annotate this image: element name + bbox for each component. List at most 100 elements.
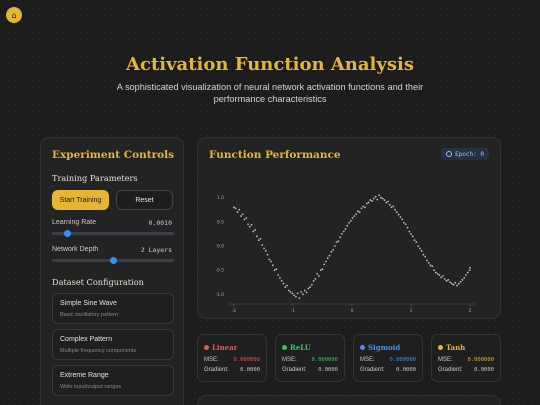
bottom-panel xyxy=(197,395,501,405)
data-point xyxy=(440,276,443,279)
data-point xyxy=(316,273,319,275)
dataset-option-extreme[interactable]: Extreme Range Wide input/output ranges xyxy=(52,365,174,396)
y-tick-label: 0.5 xyxy=(217,219,224,225)
data-point xyxy=(450,282,453,285)
network-depth-slider[interactable] xyxy=(52,257,174,264)
learning-rate-value: 0.0010 xyxy=(148,219,172,227)
learning-rate-slider-thumb[interactable] xyxy=(63,230,71,237)
data-point xyxy=(353,215,356,217)
network-depth-slider-thumb[interactable] xyxy=(109,257,117,264)
mse-value: 0.000000 xyxy=(389,357,417,363)
data-point xyxy=(268,258,271,261)
data-point xyxy=(259,237,262,240)
data-point xyxy=(349,219,352,222)
metric-name: Sigmoid xyxy=(360,343,400,352)
gradient-label: Gradient: xyxy=(438,367,463,373)
data-point xyxy=(419,247,421,250)
data-point xyxy=(433,269,435,272)
home-button[interactable]: ⌂ xyxy=(6,7,22,23)
learning-rate-label: Learning Rate xyxy=(52,219,96,226)
data-point xyxy=(388,204,391,206)
data-point xyxy=(275,268,278,271)
data-point xyxy=(264,249,267,252)
x-tick-label: 0 xyxy=(351,308,354,314)
dataset-name: Extreme Range xyxy=(60,372,109,379)
data-point xyxy=(465,274,467,276)
data-point xyxy=(303,289,306,292)
metric-name-text: Sigmoid xyxy=(368,343,401,352)
data-point xyxy=(427,262,430,264)
data-point xyxy=(348,221,350,224)
data-point xyxy=(279,277,281,279)
data-point xyxy=(442,275,444,277)
metric-name-text: Tanh xyxy=(446,343,466,352)
data-point xyxy=(469,266,471,269)
data-point xyxy=(434,271,437,274)
gradient-label: Gradient: xyxy=(204,367,229,373)
data-point xyxy=(277,274,280,276)
data-point xyxy=(380,196,382,199)
data-point xyxy=(371,200,373,202)
data-point xyxy=(376,198,379,201)
metric-mse-row: MSE: 0.000000 xyxy=(204,357,260,363)
data-point xyxy=(284,286,287,288)
page-subtitle: A sophisticated visualization of neural … xyxy=(116,82,424,104)
learning-rate-slider[interactable] xyxy=(52,230,174,237)
status-dot-icon xyxy=(438,345,443,350)
page-title: Activation Function Analysis xyxy=(126,54,414,75)
metric-name: Linear xyxy=(204,343,237,352)
y-tick-label: 1.0 xyxy=(217,195,224,201)
experiment-controls-panel: Experiment Controls Training Parameters … xyxy=(40,137,184,405)
metric-card-sigmoid: Sigmoid MSE: 0.000000 Gradient: 0.0000 xyxy=(353,334,423,382)
data-point xyxy=(360,207,363,210)
data-point xyxy=(271,264,274,267)
metric-mse-row: MSE: 0.000000 xyxy=(282,357,338,363)
data-point xyxy=(298,297,301,300)
data-point xyxy=(309,286,311,288)
mse-label: MSE: xyxy=(438,357,453,363)
dataset-name: Simple Sine Wave xyxy=(60,300,117,307)
data-point xyxy=(422,253,425,256)
data-point xyxy=(463,277,466,279)
data-point xyxy=(300,291,303,293)
data-point xyxy=(342,230,345,233)
metric-gradient-row: Gradient: 0.0000 xyxy=(204,367,260,373)
data-point xyxy=(413,239,416,242)
data-point xyxy=(270,260,273,263)
data-point xyxy=(233,206,235,209)
data-point xyxy=(295,295,297,298)
metric-name-text: ReLU xyxy=(290,343,311,352)
x-tick-label: 1 xyxy=(410,308,413,314)
dataset-option-sine[interactable]: Simple Sine Wave Basic oscillatory patte… xyxy=(52,293,174,324)
dataset-description: Multiple frequency components xyxy=(60,348,137,354)
data-point xyxy=(459,280,462,283)
data-point xyxy=(394,208,397,211)
start-training-button[interactable]: Start Training xyxy=(52,190,109,210)
metric-card-linear: Linear MSE: 0.000000 Gradient: 0.0000 xyxy=(197,334,267,382)
dataset-option-complex[interactable]: Complex Pattern Multiple frequency compo… xyxy=(52,329,174,360)
x-tick-label: -1 xyxy=(291,308,296,314)
data-point xyxy=(252,230,255,233)
data-point xyxy=(307,287,310,290)
metric-name-text: Linear xyxy=(212,343,238,352)
data-point xyxy=(411,235,414,238)
controls-title: Experiment Controls xyxy=(52,149,175,161)
data-point xyxy=(247,223,249,226)
data-point xyxy=(395,211,398,214)
data-point xyxy=(323,263,326,266)
reset-button[interactable]: Reset xyxy=(116,190,173,210)
data-point xyxy=(468,269,471,272)
data-point xyxy=(378,194,381,197)
data-point xyxy=(365,202,368,205)
data-point xyxy=(406,226,409,229)
data-point xyxy=(372,197,375,200)
dataset-configuration-heading: Dataset Configuration xyxy=(52,277,144,287)
data-point xyxy=(286,284,288,287)
data-point xyxy=(445,279,448,282)
metric-gradient-row: Gradient: 0.0000 xyxy=(438,367,494,373)
data-point xyxy=(289,291,292,293)
data-point xyxy=(408,230,411,233)
data-point xyxy=(248,225,251,228)
data-point xyxy=(447,278,450,281)
epoch-label: Epoch: 0 xyxy=(455,150,484,158)
